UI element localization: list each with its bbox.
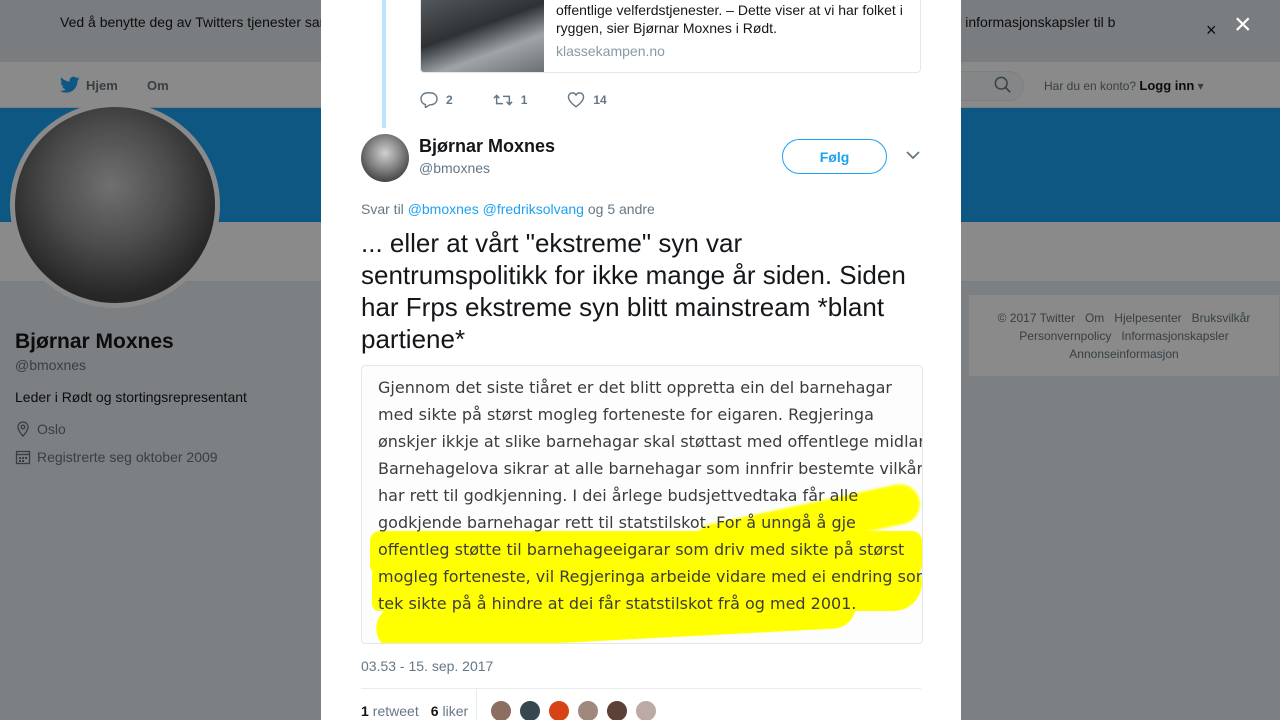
author-name[interactable]: Bjørnar Moxnes bbox=[419, 136, 555, 157]
like-count: 14 bbox=[593, 93, 607, 107]
chevron-down-icon[interactable] bbox=[906, 150, 920, 160]
link-preview-image bbox=[421, 0, 544, 72]
media-document-text: Gjennom det siste tiåret er det blitt op… bbox=[378, 374, 923, 617]
like-stat-label: liker bbox=[442, 703, 469, 719]
media-text-line: ønskjer ikkje at slike barnehagar skal s… bbox=[378, 432, 923, 451]
link-preview-domain: klassekampen.no bbox=[556, 43, 665, 59]
retweet-stat[interactable]: 1 retweet bbox=[361, 703, 419, 719]
follow-button[interactable]: Følg bbox=[782, 139, 887, 174]
author-handle[interactable]: @bmoxnes bbox=[419, 160, 490, 176]
retweet-icon bbox=[493, 94, 513, 106]
like-stat-count: 6 bbox=[430, 703, 439, 719]
liker-avatar[interactable] bbox=[606, 700, 628, 720]
retweet-button[interactable]: 1 bbox=[493, 92, 528, 108]
link-preview-text-line1: offentlige velferdstjenester. – Dette vi… bbox=[556, 2, 903, 18]
reply-count: 2 bbox=[446, 93, 453, 107]
replying-to: Svar til @bmoxnes @fredriksolvang og 5 a… bbox=[361, 201, 655, 217]
author-avatar[interactable] bbox=[361, 134, 409, 182]
like-stat[interactable]: 6 liker bbox=[431, 703, 468, 719]
like-button[interactable]: 14 bbox=[567, 92, 607, 108]
media-text-line: offentleg støtte til barnehageeigarar so… bbox=[378, 540, 905, 559]
media-text-line: Barnehagelova sikrar at alle barnehagar … bbox=[378, 459, 923, 478]
media-text-line: mogleg forteneste, vil Regjeringa arbeid… bbox=[378, 567, 923, 586]
modal-close-button[interactable]: × bbox=[1234, 10, 1252, 40]
liker-avatar[interactable] bbox=[577, 700, 599, 720]
media-text-line: med sikte på størst mogleg forteneste fo… bbox=[378, 405, 874, 424]
tweet-modal: offentlige velferdstjenester. – Dette vi… bbox=[321, 0, 961, 720]
reply-button[interactable]: 2 bbox=[420, 92, 453, 108]
reply-icon bbox=[420, 92, 438, 108]
media-text-line: har rett til godkjenning. I dei årlege b… bbox=[378, 486, 859, 505]
mention-link[interactable]: @bmoxnes bbox=[408, 201, 479, 217]
media-text-line: godkjende barnehagar rett til statstilsk… bbox=[378, 513, 856, 532]
retweet-stat-count: 1 bbox=[361, 703, 369, 719]
previous-tweet-actions: 2 1 14 bbox=[420, 92, 647, 108]
media-text-line: tek sikte på å hindre at dei får statsti… bbox=[378, 594, 857, 613]
stats-separator bbox=[476, 689, 477, 720]
reply-suffix[interactable]: og 5 andre bbox=[588, 201, 655, 217]
likers-avatars bbox=[490, 700, 664, 720]
tweet-text: ... eller at vårt "ekstreme" syn var sen… bbox=[361, 228, 906, 354]
link-preview-body: offentlige velferdstjenester. – Dette vi… bbox=[544, 0, 915, 72]
link-preview-text-line2: ryggen, sier Bjørnar Moxnes i Rødt. bbox=[556, 20, 777, 36]
tweet-timestamp[interactable]: 03.53 - 15. sep. 2017 bbox=[361, 658, 493, 674]
retweet-count: 1 bbox=[520, 93, 528, 107]
mention-link[interactable]: @fredriksolvang bbox=[483, 201, 584, 217]
liker-avatar[interactable] bbox=[635, 700, 657, 720]
tweet-media-image[interactable]: Gjennom det siste tiåret er det blitt op… bbox=[361, 365, 923, 644]
reply-prefix: Svar til bbox=[361, 201, 404, 217]
media-text-line: Gjennom det siste tiåret er det blitt op… bbox=[378, 378, 892, 397]
link-preview-card[interactable]: offentlige velferdstjenester. – Dette vi… bbox=[420, 0, 921, 73]
liker-avatar[interactable] bbox=[490, 700, 512, 720]
heart-icon bbox=[568, 92, 585, 108]
retweet-stat-label: retweet bbox=[372, 703, 419, 719]
liker-avatar[interactable] bbox=[519, 700, 541, 720]
thread-connector-line bbox=[382, 0, 386, 128]
liker-avatar[interactable] bbox=[548, 700, 570, 720]
tweet-stats: 1 retweet 6 liker bbox=[361, 703, 480, 719]
divider bbox=[361, 688, 921, 689]
